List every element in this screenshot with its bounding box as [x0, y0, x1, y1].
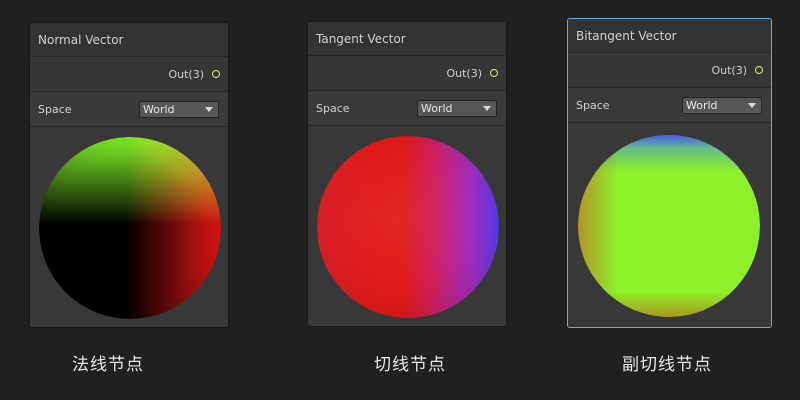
node-title[interactable]: Tangent Vector: [308, 22, 506, 56]
preview-area: [308, 127, 506, 326]
space-row: Space World: [30, 93, 228, 127]
space-dropdown-value: World: [686, 99, 718, 112]
node-title[interactable]: Bitangent Vector: [568, 19, 771, 53]
node-title[interactable]: Normal Vector: [30, 23, 228, 57]
bitangent-preview-sphere: [578, 135, 760, 317]
space-label: Space: [38, 103, 72, 116]
tangent-preview-sphere: [317, 136, 499, 318]
space-label: Space: [576, 99, 610, 112]
space-dropdown[interactable]: World: [417, 100, 497, 117]
output-row: Out(3): [568, 54, 771, 88]
tangent-vector-node[interactable]: Tangent Vector Out(3) Space World: [307, 21, 507, 327]
bitangent-vector-node[interactable]: Bitangent Vector Out(3) Space World: [567, 18, 772, 328]
dropdown-arrow-icon: [483, 106, 491, 111]
space-row: Space World: [568, 89, 771, 123]
space-dropdown-value: World: [143, 103, 175, 116]
normal-preview-sphere: [39, 137, 221, 319]
output-port-icon[interactable]: [755, 66, 763, 74]
dropdown-arrow-icon: [748, 103, 756, 108]
space-dropdown[interactable]: World: [682, 97, 762, 114]
output-row: Out(3): [308, 57, 506, 91]
dropdown-arrow-icon: [205, 107, 213, 112]
output-label: Out(3): [446, 67, 482, 80]
space-label: Space: [316, 102, 350, 115]
space-row: Space World: [308, 92, 506, 126]
space-dropdown[interactable]: World: [139, 101, 219, 118]
normal-vector-node[interactable]: Normal Vector Out(3) Space World: [29, 22, 229, 328]
preview-area: [30, 128, 228, 327]
bitangent-node-caption: 副切线节点: [622, 355, 712, 375]
output-port-icon[interactable]: [490, 69, 498, 77]
preview-area: [568, 124, 771, 327]
normal-node-caption: 法线节点: [72, 355, 144, 375]
tangent-node-caption: 切线节点: [374, 355, 446, 375]
space-dropdown-value: World: [421, 102, 453, 115]
output-row: Out(3): [30, 58, 228, 92]
output-label: Out(3): [168, 68, 204, 81]
output-label: Out(3): [711, 64, 747, 77]
output-port-icon[interactable]: [212, 70, 220, 78]
